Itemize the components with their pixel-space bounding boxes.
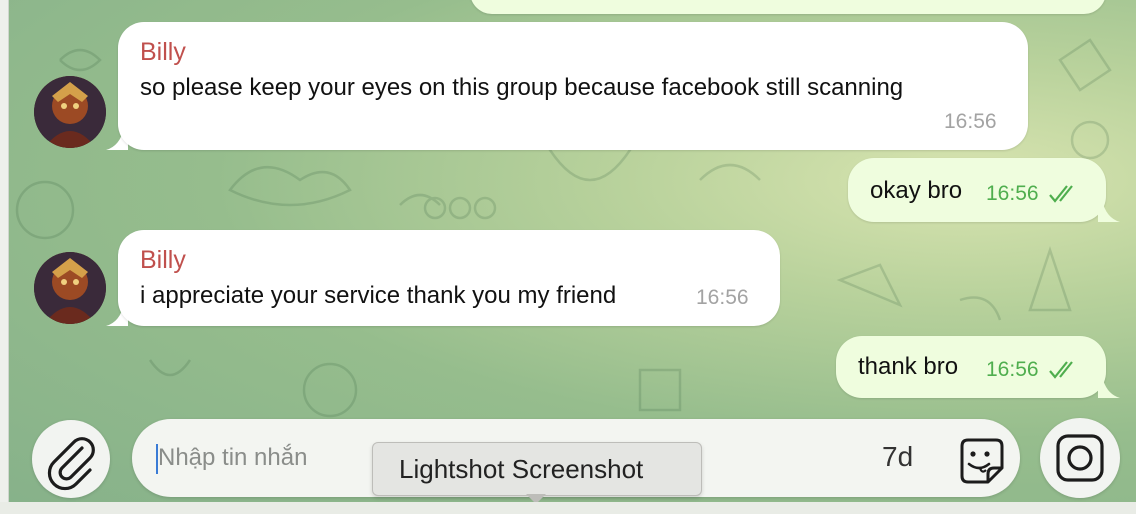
avatar-image bbox=[34, 76, 106, 148]
lightshot-tooltip: Lightshot Screenshot bbox=[372, 442, 702, 496]
sticker-face-icon bbox=[960, 438, 1004, 484]
message-text: i appreciate your service thank you my f… bbox=[140, 282, 617, 309]
message-time: 16:56 bbox=[986, 358, 1039, 381]
message-bubble[interactable] bbox=[118, 230, 780, 326]
instagram-camera-icon bbox=[1056, 434, 1104, 482]
avatar[interactable] bbox=[34, 252, 106, 324]
sender-name[interactable]: Billy bbox=[140, 38, 186, 67]
tooltip-text: Lightshot Screenshot bbox=[399, 454, 644, 484]
avatar[interactable] bbox=[34, 76, 106, 148]
self-destruct-timer-button[interactable]: 7d bbox=[882, 441, 913, 473]
previous-message-bubble[interactable] bbox=[470, 0, 1106, 14]
message-time: 16:56 bbox=[944, 110, 997, 133]
sender-name[interactable]: Billy bbox=[140, 246, 186, 275]
message-time: 16:56 bbox=[986, 182, 1039, 205]
camera-button[interactable] bbox=[1040, 418, 1120, 498]
message-time: 16:56 bbox=[696, 286, 749, 309]
message-text: so please keep your eyes on this group b… bbox=[140, 74, 904, 101]
bubble-tail bbox=[1098, 200, 1120, 222]
message-text: thank bro bbox=[858, 353, 959, 380]
sidebar-edge bbox=[0, 0, 9, 514]
avatar-image bbox=[34, 252, 106, 324]
window-bottom-edge bbox=[0, 502, 1136, 514]
double-check-icon bbox=[1049, 185, 1073, 203]
double-check-icon bbox=[1049, 361, 1073, 379]
bubble-tail bbox=[1098, 376, 1120, 398]
message-input-placeholder[interactable]: Nhập tin nhắn bbox=[158, 444, 307, 472]
attach-button[interactable] bbox=[32, 420, 110, 498]
message-text: okay bro bbox=[870, 177, 963, 204]
sticker-button[interactable] bbox=[952, 432, 1008, 488]
paperclip-icon bbox=[47, 437, 95, 491]
